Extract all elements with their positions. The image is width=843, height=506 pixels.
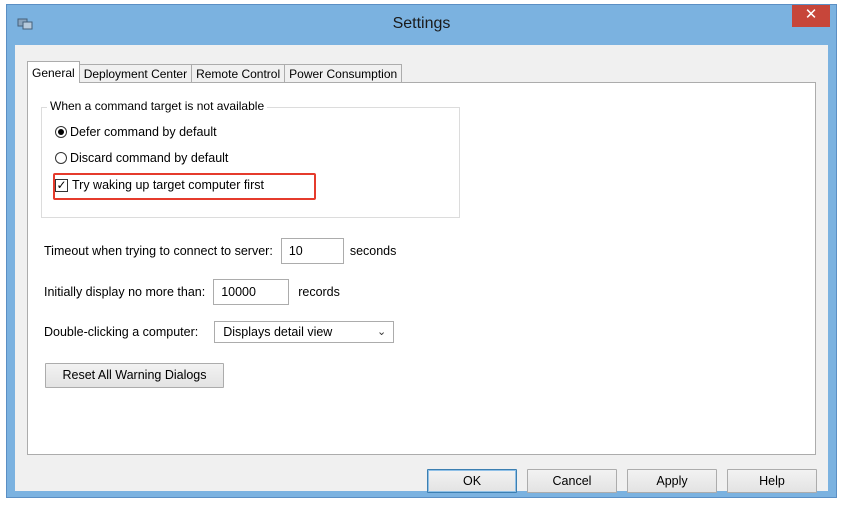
checkmark-icon: ✓ xyxy=(55,177,68,192)
title-bar[interactable]: Settings ✕ xyxy=(7,5,836,45)
tab-general[interactable]: General xyxy=(27,61,80,83)
radio-unselected-icon xyxy=(55,152,67,164)
tab-power-consumption[interactable]: Power Consumption xyxy=(284,64,403,83)
tab-deployment-center[interactable]: Deployment Center xyxy=(78,64,193,83)
display-limit-input[interactable]: 10000 xyxy=(213,279,290,305)
tab-strip: General Deployment Center Remote Control… xyxy=(27,61,403,83)
unavailable-target-group: When a command target is not available D… xyxy=(41,99,460,218)
defer-command-radio[interactable]: Defer command by default xyxy=(55,125,217,139)
group-legend: When a command target is not available xyxy=(47,99,268,113)
radio-selected-icon xyxy=(55,126,67,138)
general-tab-panel: When a command target is not available D… xyxy=(27,82,816,455)
reset-warning-dialogs-button[interactable]: Reset All Warning Dialogs xyxy=(45,363,224,388)
dialog-client-area: General Deployment Center Remote Control… xyxy=(15,45,828,493)
double-click-row: Double-clicking a computer: Displays det… xyxy=(44,321,395,343)
display-limit-unit: records xyxy=(298,285,340,299)
close-icon: ✕ xyxy=(804,6,818,23)
ok-button[interactable]: OK xyxy=(427,469,517,493)
cancel-button[interactable]: Cancel xyxy=(527,469,617,493)
defer-command-label: Defer command by default xyxy=(70,125,217,139)
double-click-value: Displays detail view xyxy=(223,325,333,339)
double-click-select[interactable]: Displays detail view ⌄ xyxy=(214,321,395,343)
timeout-input[interactable]: 10 xyxy=(280,238,344,264)
wake-target-checkbox[interactable]: ✓ Try waking up target computer first xyxy=(53,173,316,200)
timeout-row: Timeout when trying to connect to server… xyxy=(44,238,396,264)
discard-command-radio[interactable]: Discard command by default xyxy=(55,151,228,165)
timeout-unit: seconds xyxy=(349,244,397,258)
window-title: Settings xyxy=(392,15,451,32)
close-button[interactable]: ✕ xyxy=(792,5,830,27)
display-limit-label: Initially display no more than: xyxy=(44,285,206,299)
timeout-label: Timeout when trying to connect to server… xyxy=(44,244,273,258)
display-limit-row: Initially display no more than: 10000 re… xyxy=(44,279,340,305)
highlight-box xyxy=(53,173,316,200)
discard-command-label: Discard command by default xyxy=(70,151,229,165)
help-button[interactable]: Help xyxy=(727,469,817,493)
settings-window: Settings ✕ General Deployment Center Rem… xyxy=(6,4,837,498)
chevron-down-icon: ⌄ xyxy=(377,326,387,338)
tab-remote-control[interactable]: Remote Control xyxy=(191,64,286,83)
apply-button[interactable]: Apply xyxy=(627,469,717,493)
double-click-label: Double-clicking a computer: xyxy=(44,325,199,339)
